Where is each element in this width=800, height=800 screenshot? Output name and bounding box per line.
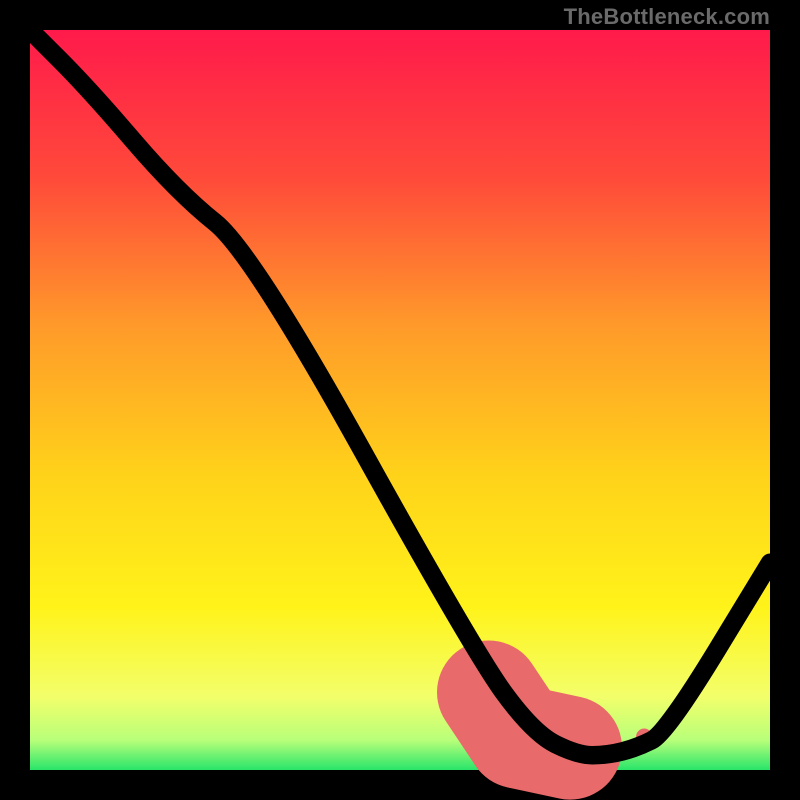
chart-frame: TheBottleneck.com [0,0,800,800]
watermark-text: TheBottleneck.com [564,4,770,30]
chart-overlay [30,30,770,770]
bottleneck-curve [30,30,770,755]
